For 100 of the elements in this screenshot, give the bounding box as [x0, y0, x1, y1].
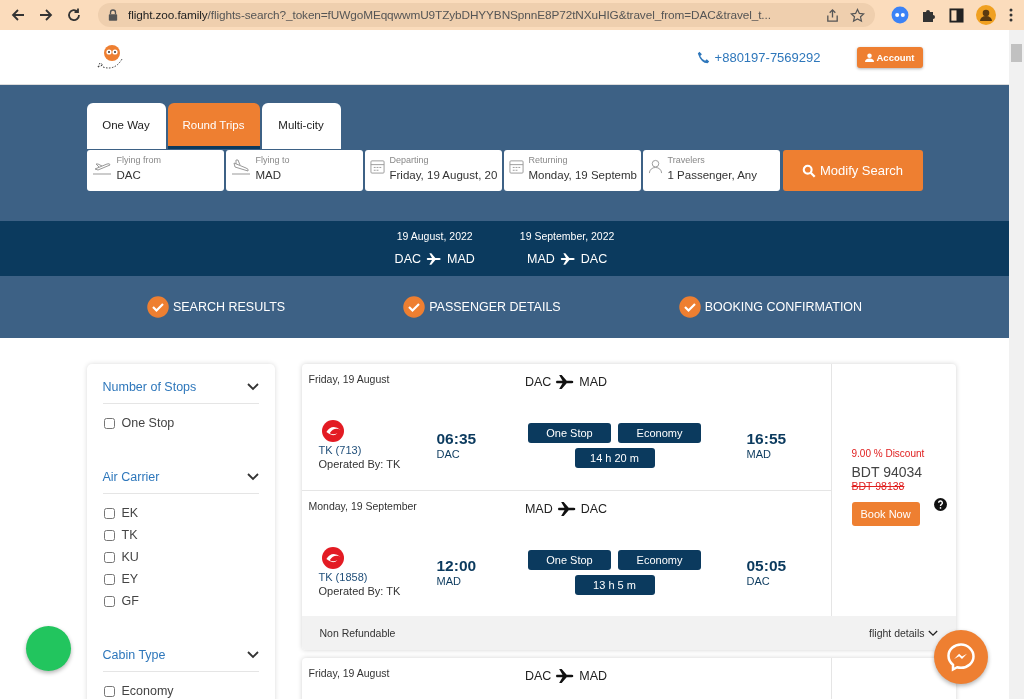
back-icon[interactable]: [10, 7, 26, 23]
filter-option-label[interactable]: TK: [121, 528, 138, 542]
messenger-icon: [946, 642, 976, 672]
field-value: MAD: [255, 169, 283, 181]
extension-badge-icon[interactable]: [891, 6, 909, 24]
airport-code: DAC: [580, 252, 608, 266]
search-field[interactable]: Flying from DAC: [86, 150, 224, 191]
airport-code: MAD: [436, 575, 462, 587]
phone-link[interactable]: +880197-7569292: [696, 49, 821, 65]
address-bar[interactable]: flight.zoo.family/flights-search?_token=fUWgoMEqqwwmU9TZybDHYYBNSpnnE8P72tNXuHIG&travel_from=DAC&travel_t...: [98, 3, 875, 27]
old-price-text: BDT 98138: [851, 480, 906, 492]
refund-status: Non Refundable: [319, 627, 396, 639]
stops-badge: One Stop: [528, 422, 611, 443]
search-icon: [801, 163, 816, 178]
duration-badge: 13 h 5 m: [574, 574, 655, 595]
field-value: Friday, 19 August, 20: [389, 169, 498, 181]
filter-option-label[interactable]: GF: [121, 594, 139, 608]
airport-code: DAC: [524, 669, 552, 683]
flight-details-link[interactable]: flight details: [869, 627, 938, 639]
field-value: Monday, 19 Septemb: [528, 169, 637, 181]
step-label: PASSENGER DETAILS: [429, 300, 561, 314]
trip-type-tab[interactable]: Multi-city: [261, 103, 341, 149]
airline-logo-icon: [321, 547, 344, 569]
step-label: SEARCH RESULTS: [172, 300, 286, 314]
profile-avatar-icon[interactable]: [976, 5, 996, 25]
step-label: BOOKING CONFIRMATION: [704, 300, 863, 314]
airline-logo-icon: [321, 420, 344, 442]
filter-checkbox[interactable]: [103, 685, 115, 697]
filter-option-label[interactable]: Economy: [121, 684, 174, 698]
airplane-icon: [555, 499, 578, 519]
chevron-icon[interactable]: [246, 651, 259, 659]
user-icon: [864, 52, 874, 62]
filter-title[interactable]: Cabin Type: [102, 648, 166, 662]
landing-icon: [230, 159, 251, 175]
help-icon[interactable]: [933, 498, 947, 511]
phone-icon: [696, 50, 710, 64]
field-value: DAC: [116, 169, 142, 181]
airport-code: MAD: [524, 502, 553, 516]
filter-checkbox[interactable]: [103, 529, 115, 541]
url-text: flight.zoo.family/flights-search?_token=fUWgoMEqqwwmU9TZybDHYYBNSpnnE8P72tNXuHIG&travel_from=DAC&travel_t...: [128, 8, 772, 22]
airport-code: DAC: [524, 375, 552, 389]
cabin-badge: Economy: [618, 549, 701, 570]
puzzle-icon[interactable]: [921, 7, 937, 23]
airport-code: DAC: [436, 448, 461, 460]
scrollbar[interactable]: [1009, 30, 1024, 699]
price-text: BDT 94034: [851, 464, 924, 480]
filter-title[interactable]: Air Carrier: [102, 470, 160, 484]
chevron-icon: [927, 629, 938, 637]
arrival-time: 16:55: [746, 430, 788, 448]
calendar-icon: [508, 159, 524, 174]
filter-checkbox[interactable]: [103, 507, 115, 519]
filter-option-label[interactable]: EK: [121, 506, 139, 520]
chevron-icon[interactable]: [246, 473, 259, 481]
departure-time: 06:35: [436, 430, 478, 448]
filter-checkbox[interactable]: [103, 573, 115, 585]
airport-code: MAD: [447, 252, 475, 266]
search-field[interactable]: Departing Friday, 19 August, 20: [364, 150, 502, 191]
filter-option-label[interactable]: EY: [121, 572, 139, 586]
filter-option-label[interactable]: One Stop: [121, 416, 175, 430]
trip-type-tab[interactable]: One Way: [86, 103, 166, 149]
arrival-time: 05:05: [746, 557, 788, 575]
cabin-badge: Economy: [618, 422, 701, 443]
filter-option-label[interactable]: KU: [121, 550, 139, 564]
field-label: Flying to: [255, 155, 290, 165]
search-field[interactable]: Flying to MAD: [225, 150, 363, 191]
airplane-icon: [558, 251, 577, 267]
airport-code: MAD: [579, 375, 608, 389]
side-panel-icon[interactable]: [949, 7, 964, 23]
field-label: Travelers: [667, 155, 706, 165]
operator-text: Operated By: TK: [318, 585, 402, 597]
chevron-icon[interactable]: [246, 383, 259, 391]
filter-title[interactable]: Number of Stops: [102, 380, 197, 394]
field-value: 1 Passenger, Any: [667, 169, 757, 181]
airport-code: MAD: [579, 669, 608, 683]
share-icon[interactable]: [825, 7, 840, 23]
airport-code: DAC: [394, 252, 421, 266]
search-field[interactable]: Travelers 1 Passenger, Any: [642, 150, 780, 191]
filter-checkbox[interactable]: [103, 595, 115, 607]
field-label: Flying from: [116, 155, 161, 165]
filter-checkbox[interactable]: [103, 551, 115, 563]
discount-text: 9.00 % Discount: [851, 448, 926, 459]
operator-text: Operated By: TK: [318, 458, 402, 470]
trip-date: 19 August, 2022: [396, 230, 473, 242]
trip-date: 19 September, 2022: [519, 230, 615, 242]
departure-time: 12:00: [436, 557, 478, 575]
flight-number: TK (1858): [318, 571, 369, 583]
star-icon[interactable]: [850, 7, 865, 23]
stops-badge: One Stop: [528, 549, 611, 570]
search-field[interactable]: Returning Monday, 19 Septemb: [503, 150, 641, 191]
flight-date: Friday, 19 August: [308, 373, 390, 385]
menu-icon[interactable]: [1008, 7, 1014, 23]
field-label: Departing: [389, 155, 430, 165]
reload-icon[interactable]: [66, 7, 82, 23]
airplane-icon: [425, 251, 443, 267]
filter-checkbox[interactable]: [103, 417, 115, 429]
airport-code: DAC: [580, 502, 608, 516]
forward-icon[interactable]: [38, 7, 54, 23]
lock-icon: [108, 9, 118, 21]
airport-code: DAC: [746, 575, 771, 587]
person-icon: [647, 159, 663, 174]
